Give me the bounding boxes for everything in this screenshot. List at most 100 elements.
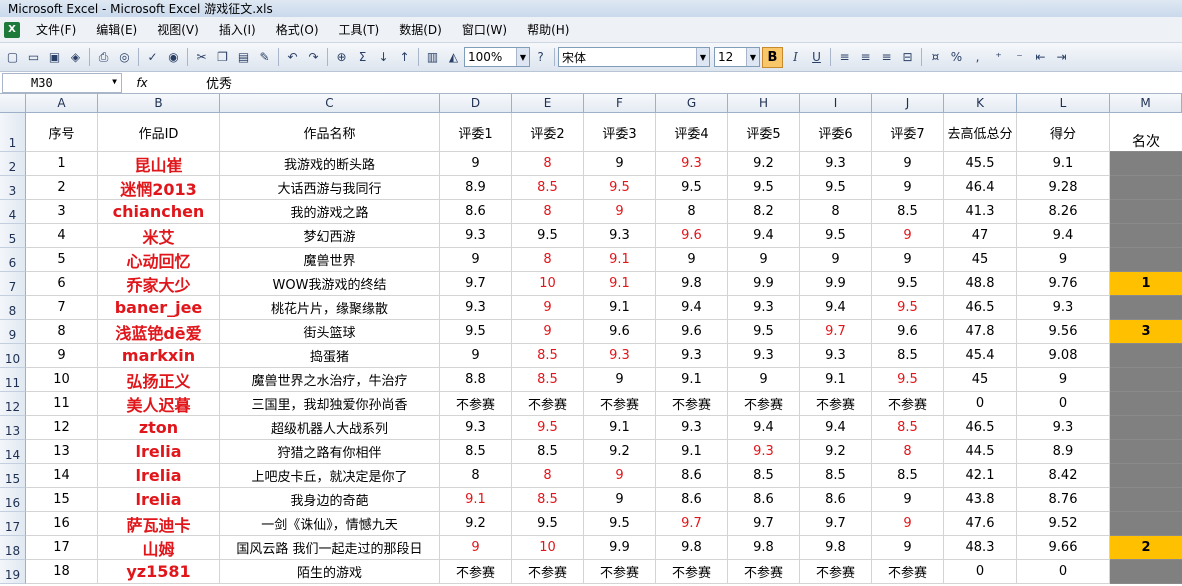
cell-h5[interactable]: 9.4	[728, 224, 800, 248]
cell-g13[interactable]: 9.3	[656, 416, 728, 440]
paste-icon[interactable]: ▤	[234, 48, 253, 67]
cell-k3[interactable]: 46.4	[944, 176, 1017, 200]
cell-j3[interactable]: 9	[872, 176, 944, 200]
cell-a8[interactable]: 7	[26, 296, 98, 320]
cell-h7[interactable]: 9.9	[728, 272, 800, 296]
cell-h19[interactable]: 不参赛	[728, 560, 800, 584]
cell-k18[interactable]: 48.3	[944, 536, 1017, 560]
header-cell-l[interactable]: 得分	[1017, 113, 1110, 152]
header-cell-d[interactable]: 评委1	[440, 113, 512, 152]
cell-h2[interactable]: 9.2	[728, 152, 800, 176]
cell-c18[interactable]: 国风云路 我们一起走过的那段日	[220, 536, 440, 560]
cell-g3[interactable]: 9.5	[656, 176, 728, 200]
cell-e3[interactable]: 8.5	[512, 176, 584, 200]
menu-window[interactable]: 窗口(W)	[452, 21, 517, 38]
cell-i4[interactable]: 8	[800, 200, 872, 224]
hyperlink-icon[interactable]: ⊕	[332, 48, 351, 67]
cell-h3[interactable]: 9.5	[728, 176, 800, 200]
cell-k11[interactable]: 45	[944, 368, 1017, 392]
row-header-4[interactable]: 4	[0, 200, 26, 224]
cell-f5[interactable]: 9.3	[584, 224, 656, 248]
cell-a2[interactable]: 1	[26, 152, 98, 176]
header-cell-g[interactable]: 评委4	[656, 113, 728, 152]
cell-c14[interactable]: 狩猎之路有你相伴	[220, 440, 440, 464]
cell-e13[interactable]: 9.5	[512, 416, 584, 440]
align-right-icon[interactable]: ≡	[877, 48, 896, 67]
cell-a19[interactable]: 18	[26, 560, 98, 584]
menu-file[interactable]: 文件(F)	[26, 21, 86, 38]
name-box[interactable]: M30 ▼	[2, 72, 122, 93]
cell-i10[interactable]: 9.3	[800, 344, 872, 368]
row-header-5[interactable]: 5	[0, 224, 26, 248]
row-header-3[interactable]: 3	[0, 176, 26, 200]
cell-j4[interactable]: 8.5	[872, 200, 944, 224]
cell-k5[interactable]: 47	[944, 224, 1017, 248]
cell-i16[interactable]: 8.6	[800, 488, 872, 512]
cell-i7[interactable]: 9.9	[800, 272, 872, 296]
cell-a12[interactable]: 11	[26, 392, 98, 416]
cell-h13[interactable]: 9.4	[728, 416, 800, 440]
cell-i11[interactable]: 9.1	[800, 368, 872, 392]
cell-b3[interactable]: 迷惘2013	[98, 176, 220, 200]
cell-l12[interactable]: 0	[1017, 392, 1110, 416]
row-header-13[interactable]: 13	[0, 416, 26, 440]
cell-k6[interactable]: 45	[944, 248, 1017, 272]
cell-f9[interactable]: 9.6	[584, 320, 656, 344]
cell-m3[interactable]	[1110, 176, 1182, 200]
row-header-11[interactable]: 11	[0, 368, 26, 392]
cell-c12[interactable]: 三国里，我却独爱你孙尚香	[220, 392, 440, 416]
cell-l6[interactable]: 9	[1017, 248, 1110, 272]
cell-k16[interactable]: 43.8	[944, 488, 1017, 512]
menu-tools[interactable]: 工具(T)	[329, 21, 390, 38]
cell-i5[interactable]: 9.5	[800, 224, 872, 248]
cell-b9[interactable]: 浅蓝铯dē爱	[98, 320, 220, 344]
cell-g14[interactable]: 9.1	[656, 440, 728, 464]
cell-f4[interactable]: 9	[584, 200, 656, 224]
cell-b17[interactable]: 萨瓦迪卡	[98, 512, 220, 536]
cell-g9[interactable]: 9.6	[656, 320, 728, 344]
italic-button[interactable]: I	[786, 48, 805, 67]
cell-e4[interactable]: 8	[512, 200, 584, 224]
insert-function-icon[interactable]: fx	[122, 76, 162, 90]
cell-a3[interactable]: 2	[26, 176, 98, 200]
cut-icon[interactable]: ✂	[192, 48, 211, 67]
cell-l11[interactable]: 9	[1017, 368, 1110, 392]
cell-h11[interactable]: 9	[728, 368, 800, 392]
save-icon[interactable]: ▣	[45, 48, 64, 67]
cell-e17[interactable]: 9.5	[512, 512, 584, 536]
menu-data[interactable]: 数据(D)	[389, 21, 452, 38]
row-header-17[interactable]: 17	[0, 512, 26, 536]
column-header-h[interactable]: H	[728, 94, 800, 113]
increase-decimal-icon[interactable]: ⁺	[989, 48, 1008, 67]
cell-m12[interactable]	[1110, 392, 1182, 416]
cell-m16[interactable]	[1110, 488, 1182, 512]
cell-a7[interactable]: 6	[26, 272, 98, 296]
cell-k9[interactable]: 47.8	[944, 320, 1017, 344]
header-cell-f[interactable]: 评委3	[584, 113, 656, 152]
zoom-select[interactable]: 100% ▼	[464, 47, 530, 67]
copy-icon[interactable]: ❐	[213, 48, 232, 67]
row-header-15[interactable]: 15	[0, 464, 26, 488]
cell-m19[interactable]	[1110, 560, 1182, 584]
cell-f11[interactable]: 9	[584, 368, 656, 392]
row-header-12[interactable]: 12	[0, 392, 26, 416]
cell-i2[interactable]: 9.3	[800, 152, 872, 176]
cell-h15[interactable]: 8.5	[728, 464, 800, 488]
header-cell-i[interactable]: 评委6	[800, 113, 872, 152]
cell-c11[interactable]: 魔兽世界之水治疗，牛治疗	[220, 368, 440, 392]
cell-a10[interactable]: 9	[26, 344, 98, 368]
cell-l18[interactable]: 9.66	[1017, 536, 1110, 560]
cell-e19[interactable]: 不参赛	[512, 560, 584, 584]
new-file-icon[interactable]: ▢	[3, 48, 22, 67]
cell-c10[interactable]: 捣蛋猪	[220, 344, 440, 368]
cell-i15[interactable]: 8.5	[800, 464, 872, 488]
font-size-select[interactable]: 12 ▼	[714, 47, 760, 67]
decrease-decimal-icon[interactable]: ⁻	[1010, 48, 1029, 67]
header-cell-h[interactable]: 评委5	[728, 113, 800, 152]
header-cell-e[interactable]: 评委2	[512, 113, 584, 152]
column-header-b[interactable]: B	[98, 94, 220, 113]
cell-d10[interactable]: 9	[440, 344, 512, 368]
align-center-icon[interactable]: ≡	[856, 48, 875, 67]
cell-e18[interactable]: 10	[512, 536, 584, 560]
sort-ascending-icon[interactable]: ↓	[374, 48, 393, 67]
